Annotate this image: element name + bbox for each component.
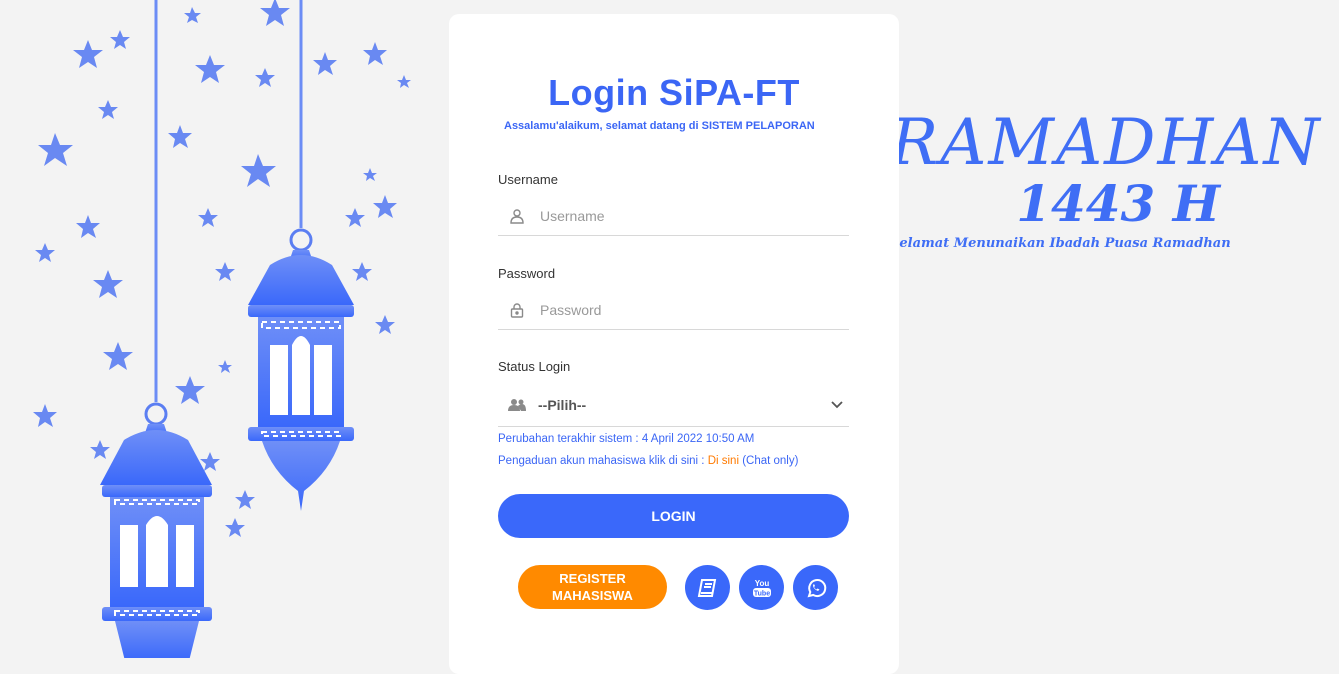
login-title: Login SiPA-FT [548,72,800,113]
star-icon [195,55,225,83]
complaint-prefix: Pengaduan akun mahasiswa klik di sini : [498,455,705,467]
ramadhan-greeting: Selamat Menunaikan Ibadah Puasa Ramadhan [890,236,1230,251]
register-label-1: REGISTER [559,571,626,586]
complaint-link[interactable]: Di sini [708,455,739,467]
star-icon [255,68,275,87]
login-card: Login SiPA-FT Assalamu'alaikum, selamat … [449,14,899,674]
star-icon [76,215,100,238]
star-icon [363,168,377,181]
whatsapp-button[interactable] [793,565,838,610]
password-group: Password [498,266,849,330]
star-icon [235,490,255,509]
book-button[interactable] [685,565,730,610]
register-label-2: MAHASISWA [552,588,633,603]
ramadhan-year: 1443 H [1016,174,1220,233]
star-icon [184,7,201,23]
star-icon [373,195,397,218]
chevron-down-icon [831,396,845,414]
username-group: Username [498,172,849,236]
star-icon [218,360,232,373]
star-icon [215,262,235,281]
star-icon [110,30,130,49]
star-icon [90,440,110,459]
login-button[interactable]: LOGIN [498,494,849,538]
ramadhan-title: RAMADHAN [890,106,1322,180]
star-icon [225,518,245,537]
svg-text:You: You [754,579,769,588]
welcome-text: Assalamu'alaikum, selamat datang di SIST… [504,120,815,132]
youtube-icon: You Tube [752,579,771,597]
ramadhan-banner: RAMADHAN 1443 H Selamat Menunaikan Ibada… [890,106,1322,251]
status-selected-value: --Pilih-- [538,397,587,413]
star-icon [352,262,372,281]
star-icon [38,133,73,166]
status-group: Status Login --Pilih-- [498,359,849,427]
whatsapp-icon [807,578,826,597]
star-icon [363,42,387,65]
username-input[interactable] [538,207,849,225]
password-input[interactable] [538,301,849,319]
password-label: Password [498,266,556,281]
lock-icon [508,301,526,319]
username-label: Username [498,172,558,187]
star-icon [345,208,365,227]
complaint-info: Pengaduan akun mahasiswa klik di sini : … [498,455,798,467]
user-icon [508,207,526,225]
last-change-info: Perubahan terakhir sistem : 4 April 2022… [498,433,755,445]
status-label: Status Login [498,359,571,374]
users-icon [508,396,526,414]
star-icon [397,75,411,88]
status-select[interactable]: --Pilih-- [498,384,849,427]
star-icon [33,404,57,427]
complaint-suffix: (Chat only) [742,455,799,467]
book-icon [697,578,716,597]
star-icon [93,270,123,298]
star-icon [313,52,337,75]
star-icon [260,0,290,26]
star-icon [98,100,118,119]
star-icon [35,243,55,262]
star-icon [198,208,218,227]
star-icon [375,315,395,334]
star-icon [73,40,103,68]
svg-text:Tube: Tube [753,590,769,597]
star-icon [175,376,205,404]
youtube-button[interactable]: You Tube [739,565,784,610]
star-icon [103,342,133,370]
register-button[interactable]: REGISTER MAHASISWA [518,565,667,609]
star-icon [168,125,192,148]
star-icon [241,154,276,187]
lantern-stars-decoration [33,0,411,658]
